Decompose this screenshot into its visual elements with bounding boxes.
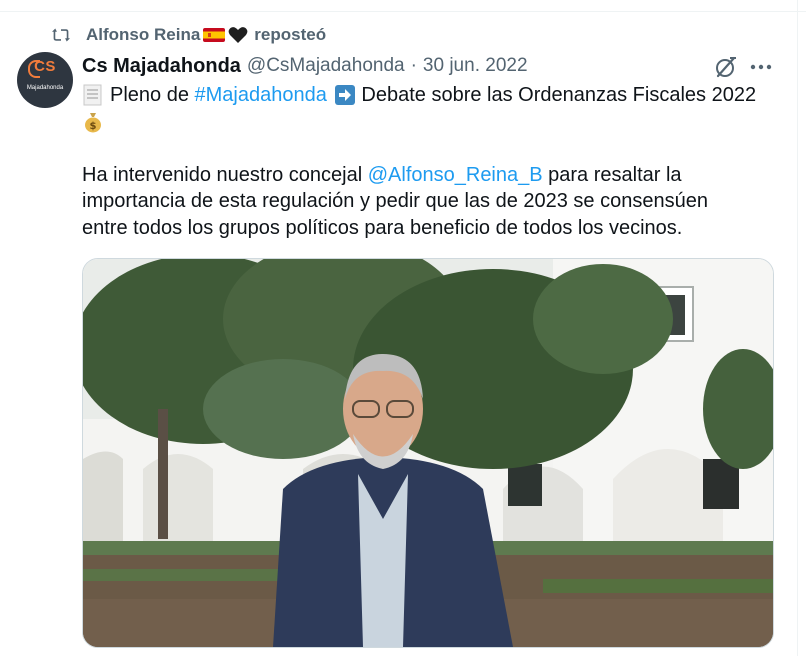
spain-flag-icon	[203, 28, 226, 42]
tweet-photo[interactable]	[82, 258, 774, 648]
grok-icon[interactable]	[713, 54, 739, 80]
avatar-logo-text: CS	[34, 58, 56, 75]
page-facing-up-icon	[83, 84, 102, 106]
text-segment: Ha intervenido nuestro concejal	[82, 163, 368, 186]
repost-context: Alfonso Reina reposteó	[50, 22, 326, 48]
tweet-date[interactable]: 30 jun. 2022	[423, 55, 528, 77]
tweet-line-5: importancia de esta regulación y pedir q…	[82, 190, 708, 212]
repost-icon	[50, 24, 72, 46]
svg-text:$: $	[90, 121, 97, 132]
display-name[interactable]: Cs Majadahonda	[82, 55, 241, 78]
tweet-line-1: Pleno de #Majadahonda Debate sobre las O…	[82, 82, 782, 109]
text-segment: Pleno de	[110, 84, 195, 106]
avatar-subtext: Majadahonda	[26, 85, 64, 91]
repost-label: reposteó	[254, 25, 327, 44]
money-bag-icon: $	[85, 112, 101, 133]
user-handle[interactable]: @CsMajadahonda	[247, 55, 405, 77]
right-divider	[797, 0, 798, 656]
mention-link[interactable]: @Alfonso_Reina_B	[368, 162, 543, 189]
text-segment: Debate sobre las Ordenanzas Fiscales 202…	[355, 84, 757, 106]
black-heart-icon	[228, 27, 248, 43]
tweet-header: Cs Majadahonda @CsMajadahonda · 30 jun. …	[82, 53, 528, 79]
right-arrow-icon	[334, 85, 355, 106]
separator-dot: ·	[410, 55, 417, 76]
repost-user-link[interactable]: Alfonso Reina	[86, 25, 200, 45]
text-segment: para resaltar la	[542, 163, 682, 186]
hashtag-link[interactable]: #Majadahonda	[195, 82, 327, 109]
avatar[interactable]: CS Majadahonda	[17, 52, 73, 108]
tweet-text: Pleno de #Majadahonda Debate sobre las O…	[82, 82, 782, 241]
tweet-line-4: Ha intervenido nuestro concejal @Alfonso…	[82, 162, 782, 189]
more-icon[interactable]	[750, 64, 772, 70]
photo-scene	[83, 259, 773, 647]
tweet-line-2: $	[82, 109, 782, 136]
tweet-line-6: entre todos los grupos políticos para be…	[82, 216, 683, 239]
top-divider	[0, 11, 806, 12]
